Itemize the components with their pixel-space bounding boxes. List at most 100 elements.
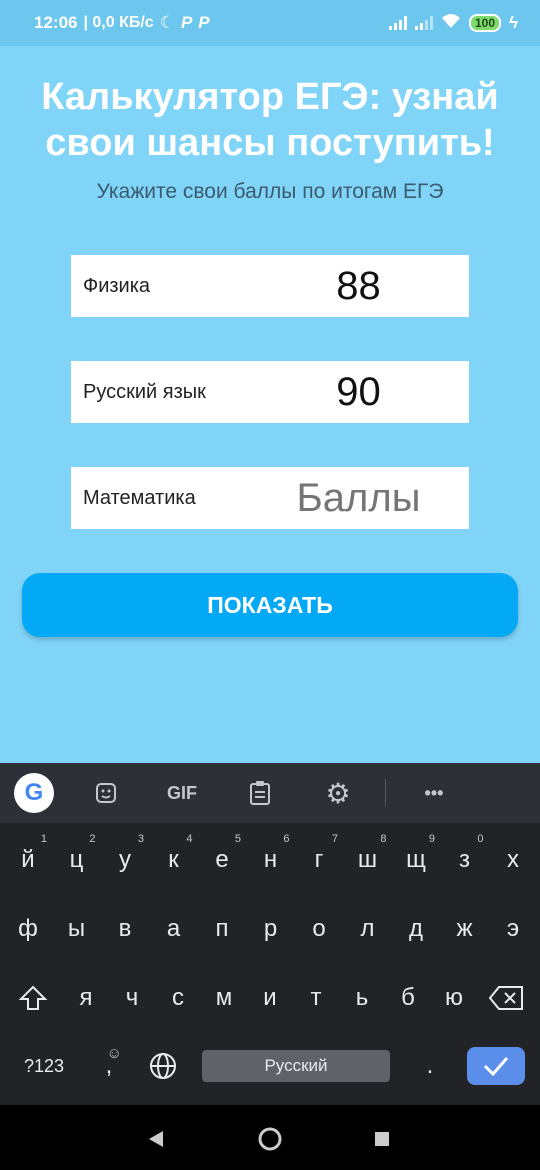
title-line-1: Калькулятор ЕГЭ: узнай xyxy=(41,76,499,118)
key-label: м xyxy=(215,984,233,1011)
letter-key[interactable]: б xyxy=(385,969,431,1027)
letter-key[interactable]: ж xyxy=(442,900,488,958)
back-icon xyxy=(149,1131,163,1147)
home-button[interactable] xyxy=(256,1125,284,1153)
key-number-hint: 9 xyxy=(428,833,435,845)
key-label: ч xyxy=(125,984,139,1011)
key-label: ы xyxy=(67,915,86,942)
navigation-bar xyxy=(0,1105,540,1170)
letter-key[interactable]: ь xyxy=(339,969,385,1027)
language-key[interactable] xyxy=(140,1037,186,1095)
key-label: ж xyxy=(456,915,473,942)
letter-key[interactable]: р xyxy=(248,900,294,958)
letter-key[interactable]: ф xyxy=(5,900,51,958)
key-label: и xyxy=(263,984,277,1011)
period-key[interactable]: . xyxy=(407,1037,453,1095)
letter-key[interactable]: ы xyxy=(54,900,100,958)
russian-field: Русский язык xyxy=(71,361,469,423)
back-button[interactable] xyxy=(142,1125,170,1153)
key-label: р xyxy=(263,915,278,942)
letter-key[interactable]: е5 xyxy=(199,831,245,889)
key-number-hint: 6 xyxy=(283,833,290,845)
moon-icon: ☾ xyxy=(159,13,175,32)
charging-icon: ϟ xyxy=(509,13,518,32)
google-button[interactable]: G xyxy=(14,773,54,813)
letter-key[interactable]: й1 xyxy=(5,831,51,889)
recents-icon xyxy=(375,1132,389,1146)
letter-key[interactable]: г7 xyxy=(296,831,342,889)
letter-key[interactable]: э xyxy=(490,900,536,958)
letter-key[interactable]: ш8 xyxy=(345,831,391,889)
letter-key[interactable]: м xyxy=(201,969,247,1027)
comma-key[interactable]: , ☺ xyxy=(86,1037,132,1095)
letter-key[interactable]: ч xyxy=(109,969,155,1027)
letter-key[interactable]: з0 xyxy=(442,831,488,889)
shift-icon xyxy=(18,985,48,1010)
space-key[interactable]: Русский xyxy=(202,1050,390,1082)
key-label: н xyxy=(263,846,278,873)
recents-button[interactable] xyxy=(368,1125,396,1153)
settings-button[interactable]: ⚙ xyxy=(320,773,356,813)
show-button[interactable]: ПОКАЗАТЬ xyxy=(22,573,518,637)
key-label: с xyxy=(172,984,184,1011)
key-label: г xyxy=(314,846,324,873)
gear-icon: ⚙ xyxy=(325,777,351,809)
physics-field: Физика xyxy=(71,255,469,317)
letter-key[interactable]: о xyxy=(296,900,342,958)
key-number-hint: 7 xyxy=(331,833,338,845)
gif-button[interactable]: GIF xyxy=(160,773,204,813)
key-number-hint: 2 xyxy=(89,833,96,845)
key-number-hint: 5 xyxy=(234,833,241,845)
app-screen: Калькулятор ЕГЭ: узнай свои шансы поступ… xyxy=(0,46,540,763)
letter-key[interactable]: л xyxy=(345,900,391,958)
signal-icon xyxy=(388,16,407,30)
key-label: ш xyxy=(357,846,378,873)
symbols-key[interactable]: ?123 xyxy=(16,1037,72,1095)
letter-key[interactable]: д xyxy=(393,900,439,958)
letter-key[interactable]: ю xyxy=(431,969,477,1027)
russian-label: Русский язык xyxy=(83,380,206,403)
letter-key[interactable]: щ9 xyxy=(393,831,439,889)
letter-key[interactable]: с xyxy=(155,969,201,1027)
key-number-hint: 4 xyxy=(186,833,193,845)
keyboard: G GIF ⚙ ••• й1ц2у3к4е5н6г7ш8щ9з0х фывапр… xyxy=(0,763,540,1105)
more-button[interactable]: ••• xyxy=(414,773,454,813)
letter-key[interactable]: к4 xyxy=(151,831,197,889)
key-label: ц xyxy=(69,846,84,873)
clipboard-button[interactable] xyxy=(242,773,278,813)
letter-key[interactable]: ц2 xyxy=(54,831,100,889)
key-label: я xyxy=(79,984,93,1011)
clipboard-icon xyxy=(250,781,270,805)
key-label: щ xyxy=(406,846,426,873)
sticker-button[interactable] xyxy=(88,773,124,813)
letter-key[interactable]: у3 xyxy=(102,831,148,889)
emoji-icon: ☺ xyxy=(106,1045,122,1062)
letter-key[interactable]: п xyxy=(199,900,245,958)
backspace-icon xyxy=(489,986,523,1010)
key-label: т xyxy=(310,984,322,1011)
letter-key[interactable]: х xyxy=(490,831,536,889)
key-label: е xyxy=(215,846,229,873)
key-number-hint: 8 xyxy=(380,833,387,845)
letter-key[interactable]: я xyxy=(63,969,109,1027)
letter-key[interactable]: и xyxy=(247,969,293,1027)
letter-key[interactable]: в xyxy=(102,900,148,958)
letter-key[interactable]: н6 xyxy=(248,831,294,889)
keyboard-toolbar: G GIF ⚙ ••• xyxy=(0,763,540,823)
backspace-key[interactable] xyxy=(484,969,530,1027)
physics-score-input[interactable] xyxy=(261,255,456,317)
page-title: Калькулятор ЕГЭ: узнай свои шансы поступ… xyxy=(0,74,540,166)
enter-key[interactable] xyxy=(467,1047,525,1085)
key-label: а xyxy=(166,915,181,942)
shift-key[interactable] xyxy=(10,969,56,1027)
toolbar-divider xyxy=(385,779,386,807)
status-bar: 12:06 | 0,0 КБ/с ☾ P P 100 ϟ xyxy=(0,0,540,46)
letter-key[interactable]: т xyxy=(293,969,339,1027)
key-number-hint: 3 xyxy=(137,833,144,845)
key-label: ь xyxy=(355,984,369,1011)
russian-score-input[interactable] xyxy=(261,361,456,423)
p-app-icon: P xyxy=(180,13,193,32)
math-score-input[interactable] xyxy=(261,467,456,529)
letter-key[interactable]: а xyxy=(151,900,197,958)
key-label: й xyxy=(21,846,35,873)
